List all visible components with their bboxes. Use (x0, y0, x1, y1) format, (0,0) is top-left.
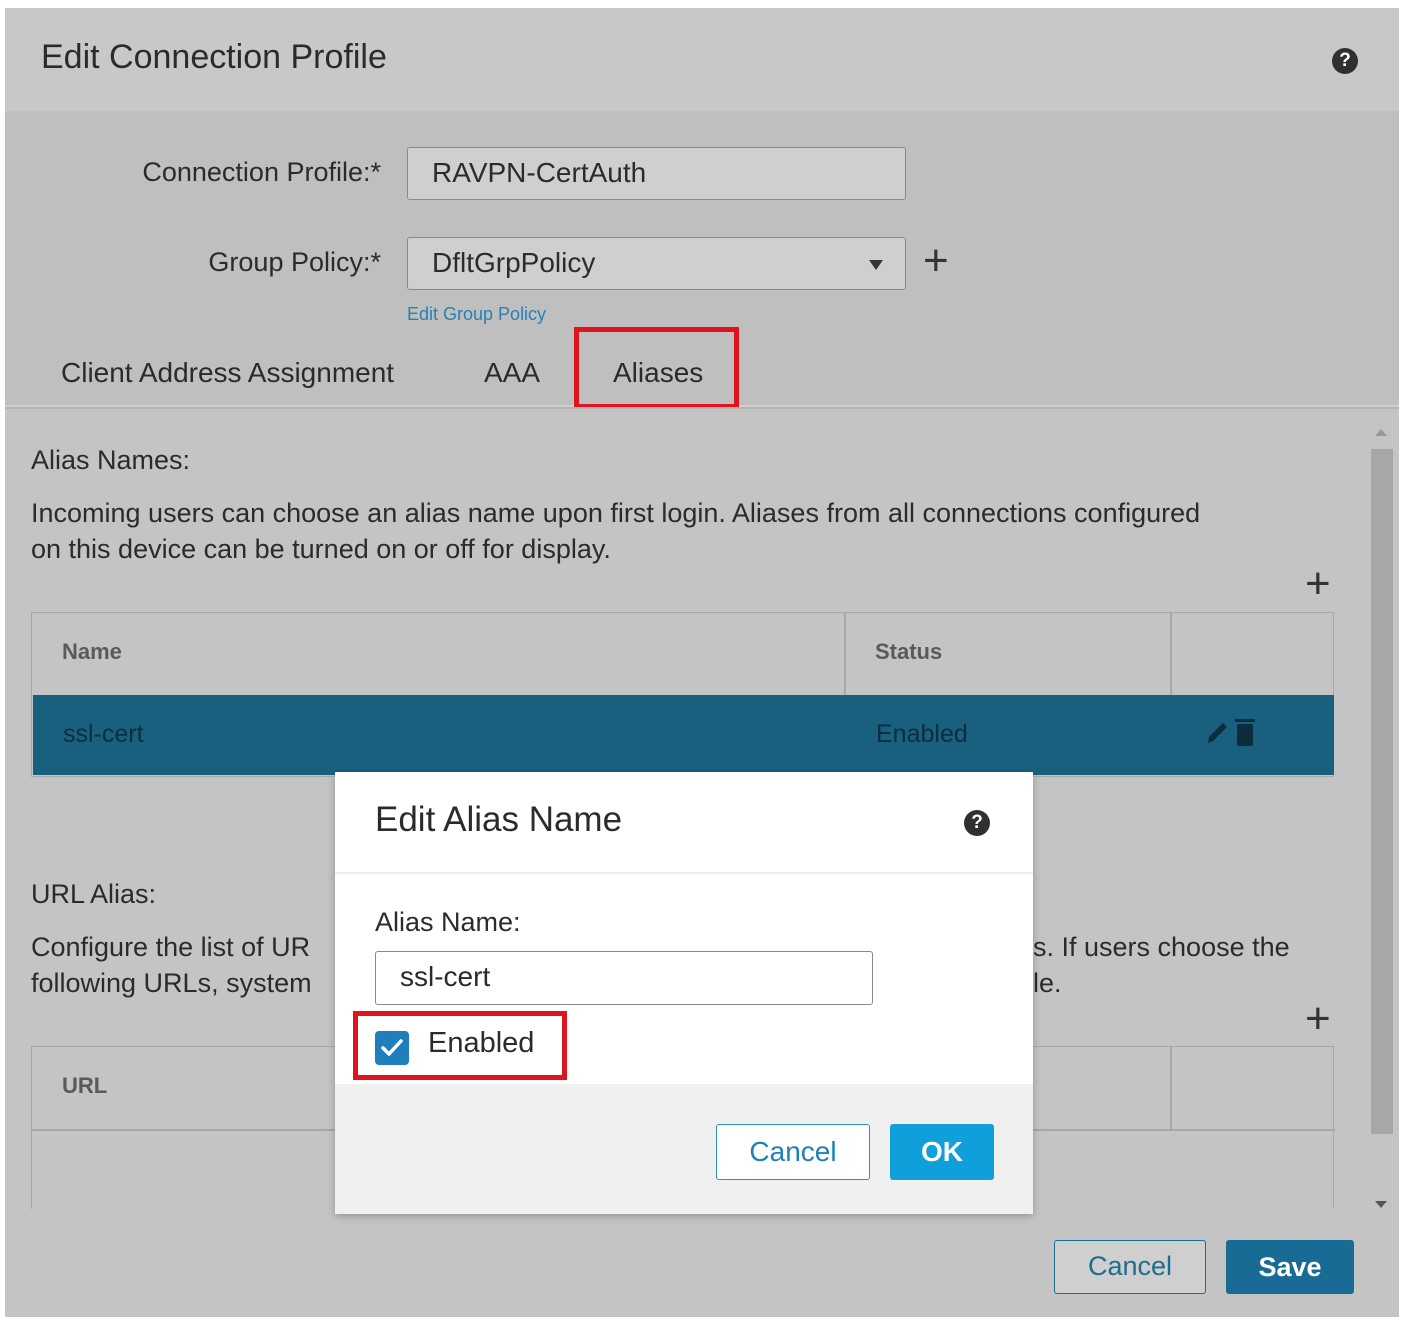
column-divider (1170, 613, 1172, 695)
url-alias-description-left-line2: following URLs, system (31, 968, 312, 998)
scroll-down-arrow-icon[interactable] (1375, 1201, 1387, 1208)
column-divider (844, 613, 846, 695)
trash-icon[interactable] (1233, 715, 1257, 749)
aliases-tab-highlight (574, 327, 739, 409)
chevron-down-icon (869, 260, 883, 270)
connection-profile-label: Connection Profile:* (142, 157, 381, 187)
url-alias-description-left-line1: Configure the list of UR (31, 932, 311, 962)
modal-footer: Cancel OK (335, 1084, 1033, 1214)
alias-name-input[interactable]: ssl-cert (375, 951, 873, 1005)
save-button[interactable]: Save (1226, 1240, 1354, 1294)
cancel-button[interactable]: Cancel (1054, 1240, 1206, 1294)
scroll-thumb[interactable] (1371, 449, 1393, 1134)
table-row[interactable]: ssl-cert Enabled (33, 695, 1334, 775)
modal-cancel-button[interactable]: Cancel (716, 1124, 870, 1180)
url-alias-description-right-line1: s. If users choose the (1033, 932, 1290, 962)
group-policy-value: DfltGrpPolicy (432, 247, 596, 278)
column-divider (1170, 1047, 1172, 1129)
name-column-header: Name (62, 639, 122, 664)
tab-aaa[interactable]: AAA (484, 357, 540, 389)
url-alias-title: URL Alias: (31, 879, 157, 909)
status-column-header: Status (875, 639, 943, 664)
dialog-header: Edit Connection Profile ? (5, 8, 1399, 111)
group-policy-label: Group Policy:* (208, 247, 381, 277)
add-group-policy-icon[interactable]: + (923, 239, 949, 283)
tab-client-address-assignment[interactable]: Client Address Assignment (61, 357, 394, 389)
url-alias-description-right-line2: le. (1033, 968, 1062, 998)
edit-alias-modal: Edit Alias Name ? Alias Name: ssl-cert E… (335, 772, 1033, 1214)
pencil-icon[interactable] (1205, 717, 1231, 747)
alias-status-cell: Enabled (876, 720, 968, 748)
alias-names-description-line2: on this device can be turned on or off f… (31, 534, 611, 564)
connection-profile-input[interactable]: RAVPN-CertAuth (407, 147, 906, 200)
ok-button[interactable]: OK (890, 1124, 994, 1180)
alias-name-label: Alias Name: (375, 907, 521, 937)
modal-title: Edit Alias Name (375, 800, 623, 839)
alias-name-cell: ssl-cert (63, 720, 144, 748)
alias-names-title: Alias Names: (31, 445, 191, 475)
alias-names-description-line1: Incoming users can choose an alias name … (31, 498, 1201, 528)
enabled-highlight (353, 1011, 567, 1080)
group-policy-select[interactable]: DfltGrpPolicy (407, 237, 906, 290)
dialog-title: Edit Connection Profile (41, 38, 387, 76)
question-icon[interactable]: ? (964, 810, 990, 836)
divider (5, 407, 1399, 409)
edit-group-policy-link[interactable]: Edit Group Policy (407, 304, 546, 325)
add-url-alias-icon[interactable]: + (1305, 997, 1331, 1041)
scroll-up-arrow-icon[interactable] (1375, 429, 1387, 436)
add-alias-icon[interactable]: + (1305, 562, 1331, 606)
question-icon[interactable]: ? (1332, 48, 1358, 74)
modal-divider (335, 872, 1033, 874)
url-column-header: URL (62, 1073, 108, 1098)
content-scrollbar[interactable] (1369, 413, 1395, 1213)
